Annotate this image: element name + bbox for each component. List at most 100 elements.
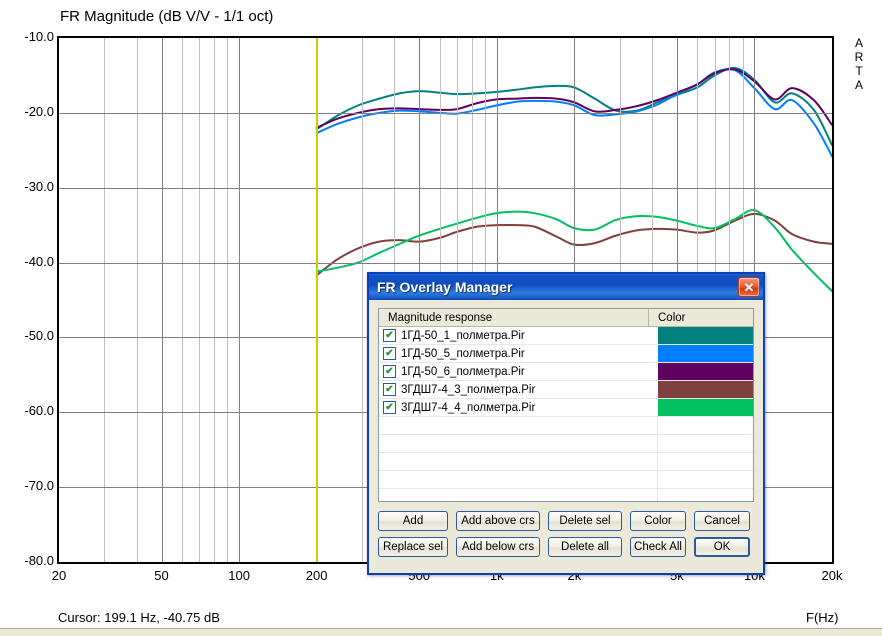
grid-line-vertical — [239, 38, 240, 562]
list-item-color-cell — [657, 453, 753, 470]
list-item-name-cell: ✔ 1ГД-50_5_полметра.Pir — [379, 345, 658, 362]
color-swatch[interactable] — [658, 363, 753, 380]
grid-line-vertical — [362, 38, 363, 562]
list-item-empty[interactable] — [379, 471, 753, 489]
x-axis-tick-label: 20k — [821, 568, 843, 583]
grid-line-vertical — [199, 38, 200, 562]
column-header-name: Magnitude response — [379, 309, 649, 326]
fr-overlay-manager-dialog: FR Overlay Manager ✕ Magnitude response … — [367, 272, 765, 575]
list-item-color-cell[interactable] — [658, 327, 753, 344]
list-item-name-cell — [379, 435, 657, 452]
list-item-color-cell[interactable] — [658, 399, 753, 416]
checkbox-icon[interactable]: ✔ — [383, 365, 396, 378]
list-item[interactable]: ✔ 1ГД-50_5_полметра.Pir — [379, 345, 753, 363]
dialog-title: FR Overlay Manager — [377, 279, 513, 295]
add-below-crs-button[interactable]: Add below crs — [456, 537, 540, 557]
list-item-empty[interactable] — [379, 435, 753, 453]
checkbox-icon[interactable]: ✔ — [383, 329, 396, 342]
list-item[interactable]: ✔ 3ГДШ7-4_4_полметра.Pir — [379, 399, 753, 417]
ok-button[interactable]: OK — [694, 537, 750, 557]
list-item-empty[interactable] — [379, 489, 753, 501]
x-axis-tick-label: 50 — [154, 568, 169, 583]
list-item-color-cell — [657, 471, 753, 488]
grid-line-horizontal — [59, 263, 832, 264]
list-item-color-cell — [657, 435, 753, 452]
list-item-empty[interactable] — [379, 417, 753, 435]
checkbox-icon[interactable]: ✔ — [383, 401, 396, 414]
add-above-crs-button[interactable]: Add above crs — [456, 511, 540, 531]
y-axis-tick-label: -70.0 — [24, 478, 54, 494]
cursor-line[interactable] — [316, 38, 318, 562]
dialog-titlebar[interactable]: FR Overlay Manager ✕ — [369, 274, 763, 300]
arta-fr-magnitude-window: FR Magnitude (dB V/V - 1/1 oct) -10.0 -20… — [0, 0, 882, 636]
list-item-label: 1ГД-50_6_полметра.Pir — [401, 365, 525, 378]
grid-line-vertical — [227, 38, 228, 562]
grid-line-horizontal — [59, 188, 832, 189]
overlay-list[interactable]: Magnitude response Color ✔ 1ГД-50_1_полме… — [378, 308, 754, 502]
checkbox-icon[interactable]: ✔ — [383, 347, 396, 360]
button-row-bottom: Replace sel Add below crs Delete all Che… — [378, 537, 754, 557]
list-item-color-cell — [657, 417, 753, 434]
color-swatch[interactable] — [658, 327, 753, 344]
list-item-name-cell: ✔ 1ГД-50_6_полметра.Pir — [379, 363, 658, 380]
grid-line-horizontal — [59, 113, 832, 114]
delete-sel-button[interactable]: Delete sel — [548, 511, 622, 531]
list-header: Magnitude response Color — [379, 309, 753, 327]
y-axis-tick-label: -30.0 — [24, 178, 54, 194]
y-axis-tick-label: -40.0 — [24, 253, 54, 269]
dialog-buttons: Add Add above crs Delete sel Color Cance… — [378, 511, 754, 557]
list-item[interactable]: ✔ 1ГД-50_1_полметра.Pir — [379, 327, 753, 345]
list-item-empty[interactable] — [379, 453, 753, 471]
list-item-color-cell[interactable] — [658, 345, 753, 362]
list-item-color-cell[interactable] — [658, 381, 753, 398]
y-axis-tick-label: -80.0 — [24, 553, 54, 568]
y-axis-tick-label: -50.0 — [24, 328, 54, 344]
grid-line-vertical — [182, 38, 183, 562]
list-item-label: 1ГД-50_5_полметра.Pir — [401, 347, 525, 360]
grid-line-vertical — [104, 38, 105, 562]
list-item-label: 3ГДШ7-4_3_полметра.Pir — [401, 383, 536, 396]
button-row-top: Add Add above crs Delete sel Color Cance… — [378, 511, 754, 531]
chart-title: FR Magnitude (dB V/V - 1/1 oct) — [60, 8, 274, 25]
grid-line-vertical — [162, 38, 163, 562]
cancel-button[interactable]: Cancel — [694, 511, 750, 531]
list-item[interactable]: ✔ 1ГД-50_6_полметра.Pir — [379, 363, 753, 381]
list-item-label: 1ГД-50_1_полметра.Pir — [401, 329, 525, 342]
list-item-name-cell — [379, 471, 657, 488]
checkbox-icon[interactable]: ✔ — [383, 383, 396, 396]
list-item-name-cell: ✔ 3ГДШ7-4_3_полметра.Pir — [379, 381, 658, 398]
y-axis-tick-label: -20.0 — [24, 103, 54, 119]
x-axis-tick-label: 200 — [305, 568, 328, 583]
list-item-color-cell — [657, 489, 753, 501]
list-item-name-cell — [379, 417, 657, 434]
list-item[interactable]: ✔ 3ГДШ7-4_3_полметра.Pir — [379, 381, 753, 399]
list-item-name-cell — [379, 453, 657, 470]
arta-letter: A — [854, 78, 863, 92]
arta-letter: A — [854, 36, 863, 50]
close-icon[interactable]: ✕ — [738, 277, 760, 297]
x-axis-caption: F(Hz) — [806, 610, 839, 625]
y-axis: -10.0 -20.0 -30.0 -40.0 -50.0 -60.0 -70.0 -80.0 — [0, 29, 54, 568]
replace-sel-button[interactable]: Replace sel — [378, 537, 448, 557]
x-axis-tick-label: 100 — [228, 568, 250, 583]
color-button[interactable]: Color — [630, 511, 686, 531]
grid-line-vertical — [214, 38, 215, 562]
list-item-label: 3ГДШ7-4_4_полметра.Pir — [401, 401, 536, 414]
x-axis-tick-label: 20 — [51, 568, 67, 583]
list-item-color-cell[interactable] — [658, 363, 753, 380]
list-item-name-cell: ✔ 1ГД-50_1_полметра.Pir — [379, 327, 658, 344]
arta-letter: R — [854, 50, 864, 64]
add-button[interactable]: Add — [378, 511, 448, 531]
cursor-readout: Cursor: 199.1 Hz, -40.75 dB — [58, 610, 220, 625]
y-axis-tick-label: -10.0 — [24, 29, 54, 44]
dialog-body: Magnitude response Color ✔ 1ГД-50_1_полме… — [369, 300, 763, 570]
column-header-color: Color — [658, 311, 686, 324]
y-axis-tick-label: -60.0 — [24, 403, 54, 419]
color-swatch[interactable] — [658, 345, 753, 362]
arta-letter: T — [855, 64, 863, 78]
color-swatch[interactable] — [658, 381, 753, 398]
color-swatch[interactable] — [658, 399, 753, 416]
grid-line-vertical — [137, 38, 138, 562]
delete-all-button[interactable]: Delete all — [548, 537, 622, 557]
check-all-button[interactable]: Check All — [630, 537, 686, 557]
